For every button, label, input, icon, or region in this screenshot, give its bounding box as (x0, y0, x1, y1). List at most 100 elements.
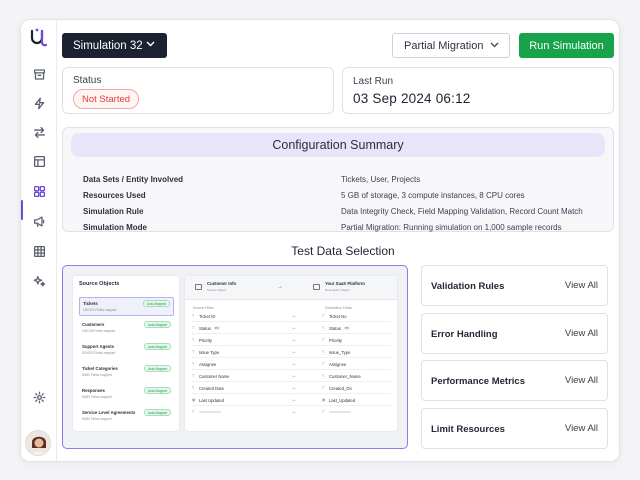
source-object-item[interactable]: Customers 105/105 Fields mapped Auto-Map… (79, 319, 174, 338)
source-object-fields: 105/105 Fields mapped (82, 329, 116, 333)
mapping-row[interactable]: T Issue Type → T Issue_Type (191, 349, 391, 358)
source-field: Status (199, 326, 211, 331)
test-data-preview[interactable]: Source Objects Tickets 100/100 Fields ma… (62, 265, 408, 449)
transfer-icon[interactable] (29, 122, 49, 142)
view-all-link[interactable]: View All (565, 328, 598, 339)
source-object-item[interactable]: Ticket Categories 80/80 Fields mapped Au… (79, 363, 174, 382)
arrow-right-icon: → (291, 397, 297, 403)
simulation-select[interactable]: Simulation 32 (62, 33, 167, 58)
avatar[interactable] (25, 430, 51, 456)
source-object-item[interactable]: Tickets 100/100 Fields mapped Auto-Mappe… (79, 297, 174, 316)
source-object-fields: 100/100 Fields mapped (83, 308, 117, 312)
arrow-right-icon: → (291, 325, 297, 331)
source-object-fields: 80/80 Fields mapped (82, 395, 112, 399)
auto-mapped-badge: Auto-Mapped (143, 343, 171, 350)
source-field: Priority (199, 338, 213, 343)
last-run-value: 03 Sep 2024 06:12 (353, 91, 471, 106)
main-content: Simulation 32 Partial Migration Run Simu… (57, 20, 619, 461)
config-key: Simulation Rule (83, 207, 144, 216)
auto-mapped-badge: Auto-Mapped (143, 409, 171, 416)
sidebar (21, 20, 57, 461)
mapping-row[interactable]: ▦ Last Updated → ▦ Last_Updated (191, 397, 391, 406)
pk-tag: PK (343, 326, 350, 330)
destination-fields-label: Destination Fields (325, 306, 352, 310)
migration-mode-label: Partial Migration (404, 39, 484, 52)
brand-logo[interactable] (28, 27, 50, 49)
configuration-summary: Configuration Summary Data Sets / Entity… (62, 127, 614, 232)
archive-icon[interactable] (29, 64, 49, 84)
layout-icon[interactable] (29, 151, 49, 171)
view-all-link[interactable]: View All (565, 375, 598, 386)
source-object-name: Ticket Categories (82, 366, 118, 371)
destination-field: Priority (329, 338, 343, 343)
auto-mapped-badge: Auto-Mapped (143, 321, 171, 328)
platform-icon (313, 284, 320, 290)
performance-metrics-card: Performance Metrics View All (421, 360, 608, 401)
settings-icon[interactable] (29, 387, 49, 407)
mapping-row[interactable]: T Priority → T Priority (191, 337, 391, 346)
last-run-card: Last Run 03 Sep 2024 06:12 (342, 67, 614, 114)
chevron-down-icon (490, 42, 499, 48)
source-object-item[interactable]: Responses 80/80 Fields mapped Auto-Mappe… (79, 385, 174, 404)
destination-field: Ticket No (329, 314, 347, 319)
active-indicator (21, 200, 23, 220)
migration-mode-select[interactable]: Partial Migration (392, 33, 510, 58)
auto-mapped-badge: Auto-Mapped (143, 387, 171, 394)
validation-rules-card: Validation Rules View All (421, 265, 608, 306)
arrow-right-icon: → (291, 349, 297, 355)
source-field: Ticket ID (199, 314, 216, 319)
grid-icon[interactable] (29, 181, 49, 201)
megaphone-icon[interactable] (29, 211, 49, 231)
config-key: Data Sets / Entity Involved (83, 175, 184, 184)
source-object-item[interactable]: Service Level Agreements 80/80 Fields ma… (79, 407, 174, 426)
source-object-fields: 523/523 Fields mapped (82, 351, 116, 355)
mapping-row[interactable]: T Status PK → T Status PK (191, 325, 391, 334)
limit-resources-card: Limit Resources View All (421, 408, 608, 449)
view-all-link[interactable]: View All (565, 280, 598, 291)
sparkle-icon[interactable] (29, 271, 49, 291)
mapping-header: Customer Info Source Object → Your SaaS … (185, 276, 397, 300)
mapping-row[interactable]: T Customer Name → T Customer_Name (191, 373, 391, 382)
app-window: Simulation 32 Partial Migration Run Simu… (20, 19, 620, 462)
arrow-right-icon: → (291, 361, 297, 367)
card-title: Error Handling (431, 329, 498, 340)
source-field: Created Date (199, 386, 224, 391)
config-key: Resources Used (83, 191, 146, 200)
view-all-link[interactable]: View All (565, 423, 598, 434)
source-object-name: Tickets (83, 301, 98, 306)
run-simulation-button[interactable]: Run Simulation (519, 33, 614, 58)
source-objects-panel: Source Objects Tickets 100/100 Fields ma… (73, 276, 179, 431)
destination-object-subtitle: Destination Object (325, 288, 350, 292)
table-icon[interactable] (29, 241, 49, 261)
source-object-subtitle: Source Object (207, 288, 227, 292)
simulation-select-label: Simulation 32 (73, 39, 143, 52)
arrow-right-icon: → (291, 385, 297, 391)
card-title: Performance Metrics (431, 376, 525, 387)
source-object-name: Support Agents (82, 344, 115, 349)
pk-tag: PK (213, 326, 220, 330)
destination-field: Customer_Name (329, 374, 361, 379)
destination-object-title: Your SaaS Platform (325, 281, 365, 286)
source-field: Issue Type (199, 350, 220, 355)
config-value: 5 GB of storage, 3 compute instances, 8 … (341, 191, 525, 200)
mapping-row[interactable]: T Ticket ID → T Ticket No (191, 313, 391, 322)
lightning-icon[interactable] (29, 93, 49, 113)
destination-field: Created_On (329, 386, 352, 391)
destination-field: Status (329, 326, 341, 331)
source-object-item[interactable]: Support Agents 523/523 Fields mapped Aut… (79, 341, 174, 360)
mapping-row-placeholder: T → T (191, 409, 391, 418)
configuration-summary-title: Configuration Summary (71, 133, 605, 157)
last-run-label: Last Run (353, 76, 394, 87)
source-objects-title: Source Objects (79, 281, 120, 287)
mapping-row[interactable]: T Assignee → T Assignee (191, 361, 391, 370)
status-card: Status Not Started (62, 67, 334, 114)
config-value: Data Integrity Check, Field Mapping Vali… (341, 207, 583, 216)
status-label: Status (73, 75, 102, 86)
source-field: Customer Name (199, 374, 230, 379)
source-object-fields: 80/80 Fields mapped (82, 373, 112, 377)
source-field: Assignee (199, 362, 217, 367)
auto-mapped-badge: Auto-Mapped (143, 365, 171, 372)
mapping-row[interactable]: T Created Date → T Created_On (191, 385, 391, 394)
arrow-right-icon: → (277, 284, 283, 290)
source-field: Last Updated (199, 398, 224, 403)
